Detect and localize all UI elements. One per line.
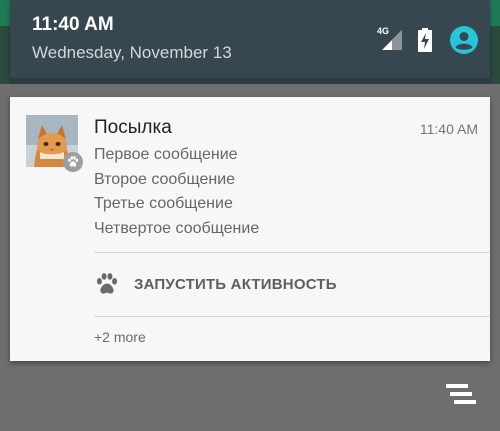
notification-card[interactable]: Посылка 11:40 AM Первое сообщение Второе… <box>10 97 490 361</box>
quick-settings-header[interactable]: 11:40 AM Wednesday, November 13 4G <box>10 0 490 84</box>
message-line: Четвертое сообщение <box>94 219 260 237</box>
notification-title: Посылка <box>94 117 172 138</box>
battery-charging-icon <box>418 28 432 52</box>
clear-all-icon[interactable] <box>444 381 480 413</box>
network-type-label: 4G <box>377 26 390 36</box>
app-badge <box>63 152 83 172</box>
launch-activity-button[interactable]: ЗАПУСТИТЬ АКТИВНОСТЬ <box>94 266 337 302</box>
signal-icon: 4G <box>377 26 404 52</box>
status-time: 11:40 AM <box>32 14 114 35</box>
status-icons: 4G <box>377 22 478 58</box>
paw-badge-icon <box>68 156 79 167</box>
divider <box>94 316 490 317</box>
status-date[interactable]: Wednesday, November 13 <box>32 43 232 63</box>
user-avatar-icon[interactable] <box>450 26 478 54</box>
divider <box>94 252 490 253</box>
message-line: Первое сообщение <box>94 146 238 163</box>
message-line: Третье сообщение <box>94 195 233 212</box>
message-list: Первое сообщение Второе сообщение Третье… <box>94 143 259 241</box>
message-line: Второе сообщение <box>94 170 236 188</box>
launch-activity-label: ЗАПУСТИТЬ АКТИВНОСТЬ <box>134 275 337 293</box>
paw-icon <box>96 273 118 294</box>
notification-large-icon <box>26 115 83 172</box>
more-count[interactable]: +2 more <box>94 329 146 345</box>
notification-time: 11:40 AM <box>419 121 478 137</box>
